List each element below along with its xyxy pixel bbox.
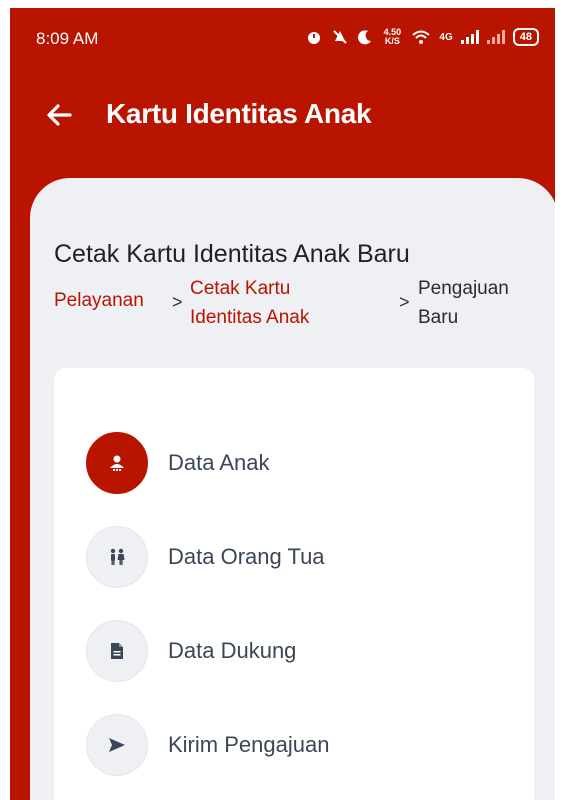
- document-icon: [111, 643, 123, 659]
- phone-screen: 8:09 AM 4.50 K/S 4G 48 Kartu Identitas A…: [10, 8, 555, 800]
- step-circle: [86, 714, 148, 776]
- step-circle: [86, 620, 148, 682]
- step-data-orang-tua[interactable]: Data Orang Tua: [86, 526, 506, 590]
- step-label: Kirim Pengajuan: [168, 732, 330, 757]
- app-bar: Kartu Identitas Anak: [10, 80, 555, 150]
- steps-card: Data Anak Data Orang Tua Data Dukung Kir…: [54, 368, 534, 800]
- battery-indicator: 48: [512, 28, 539, 46]
- status-time: 8:09 AM: [36, 29, 99, 48]
- breadcrumb-separator: >: [399, 292, 410, 312]
- send-icon: [109, 738, 125, 752]
- wifi-icon: [412, 30, 431, 44]
- step-label: Data Orang Tua: [168, 544, 325, 569]
- status-icons: 4.50 K/S 4G 48: [305, 28, 539, 46]
- moon-icon: [358, 30, 372, 45]
- signal-icon: [460, 30, 479, 44]
- step-circle-active: [86, 432, 148, 494]
- step-data-dukung[interactable]: Data Dukung: [86, 620, 506, 684]
- breadcrumb-separator: >: [172, 292, 183, 312]
- content-sheet: Cetak Kartu Identitas Anak Baru Pelayana…: [30, 178, 555, 800]
- app-title: Kartu Identitas Anak: [106, 98, 372, 129]
- step-kirim-pengajuan[interactable]: Kirim Pengajuan: [86, 714, 506, 778]
- step-label: Data Anak: [168, 450, 270, 475]
- page-title: Cetak Kartu Identitas Anak Baru: [54, 240, 410, 268]
- breadcrumb-cetak-kartu[interactable]: Cetak Kartu Identitas Anak: [190, 274, 350, 332]
- network-type: 4G: [439, 31, 453, 43]
- back-arrow-icon[interactable]: [44, 100, 74, 130]
- network-speed: 4.50 K/S: [383, 27, 402, 46]
- breadcrumb: Pelayanan > Cetak Kartu Identitas Anak >…: [54, 274, 534, 344]
- child-icon: [110, 455, 124, 471]
- alarm-icon: [308, 32, 321, 44]
- parents-icon: [110, 548, 125, 565]
- breadcrumb-current: Pengajuan Baru: [418, 278, 509, 328]
- breadcrumb-pelayanan[interactable]: Pelayanan: [54, 286, 144, 315]
- step-circle: [86, 526, 148, 588]
- step-label: Data Dukung: [168, 638, 297, 663]
- step-data-anak[interactable]: Data Anak: [86, 432, 506, 496]
- signal-weak-icon: [486, 30, 505, 44]
- mute-icon: [333, 30, 348, 44]
- status-bar: 8:09 AM 4.50 K/S 4G 48: [10, 8, 555, 72]
